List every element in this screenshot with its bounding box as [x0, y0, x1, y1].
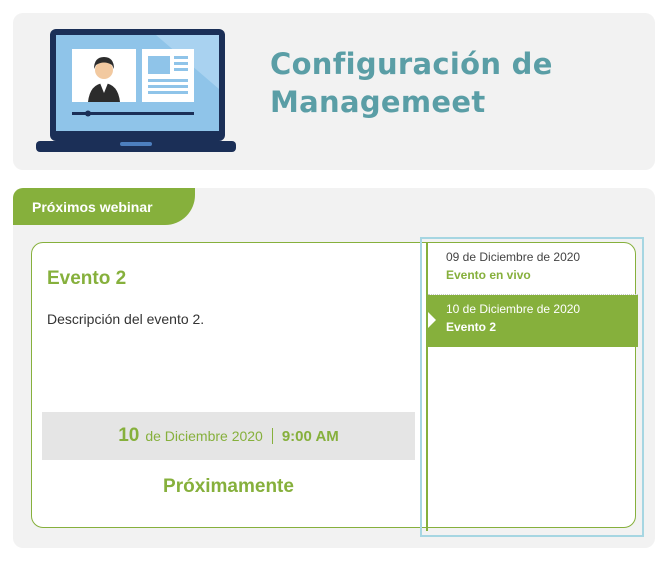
event-date-bar: 10 de Diciembre 2020 9:00 AM [42, 412, 415, 460]
event-status: Próximamente [163, 476, 294, 497]
page-title: Configuración de Managemeet [270, 47, 553, 119]
event-time: 9:00 AM [281, 427, 339, 445]
event-description: Descripción del evento 2. [47, 311, 205, 327]
event-list-item[interactable]: 09 de Diciembre de 2020 Evento en vivo [428, 243, 638, 295]
upcoming-webinars-panel: Próximos webinar Evento 2 Descripción de… [13, 188, 655, 548]
event-list-item-selected[interactable]: 10 de Diciembre de 2020 Evento 2 [428, 295, 638, 347]
event-list-item-name: Evento en vivo [446, 268, 531, 282]
event-date-day: 10 [118, 425, 140, 446]
event-list-inner: 09 de Diciembre de 2020 Evento en vivo 1… [426, 243, 638, 531]
section-tab-upcoming-webinars: Próximos webinar [13, 188, 195, 225]
event-list: 09 de Diciembre de 2020 Evento en vivo 1… [420, 237, 644, 537]
laptop-webinar-icon [36, 29, 236, 152]
event-date-month: de Diciembre 2020 [145, 428, 263, 444]
section-tab-label: Próximos webinar [32, 199, 153, 215]
event-list-item-date: 09 de Diciembre de 2020 [446, 250, 581, 264]
header-panel: Configuración de Managemeet [13, 13, 655, 170]
event-list-item-date: 10 de Diciembre de 2020 [446, 302, 581, 316]
event-title: Evento 2 [47, 268, 127, 289]
date-time-divider [271, 428, 273, 444]
event-list-item-name: Evento 2 [446, 320, 497, 334]
selected-pointer-icon [428, 312, 436, 328]
